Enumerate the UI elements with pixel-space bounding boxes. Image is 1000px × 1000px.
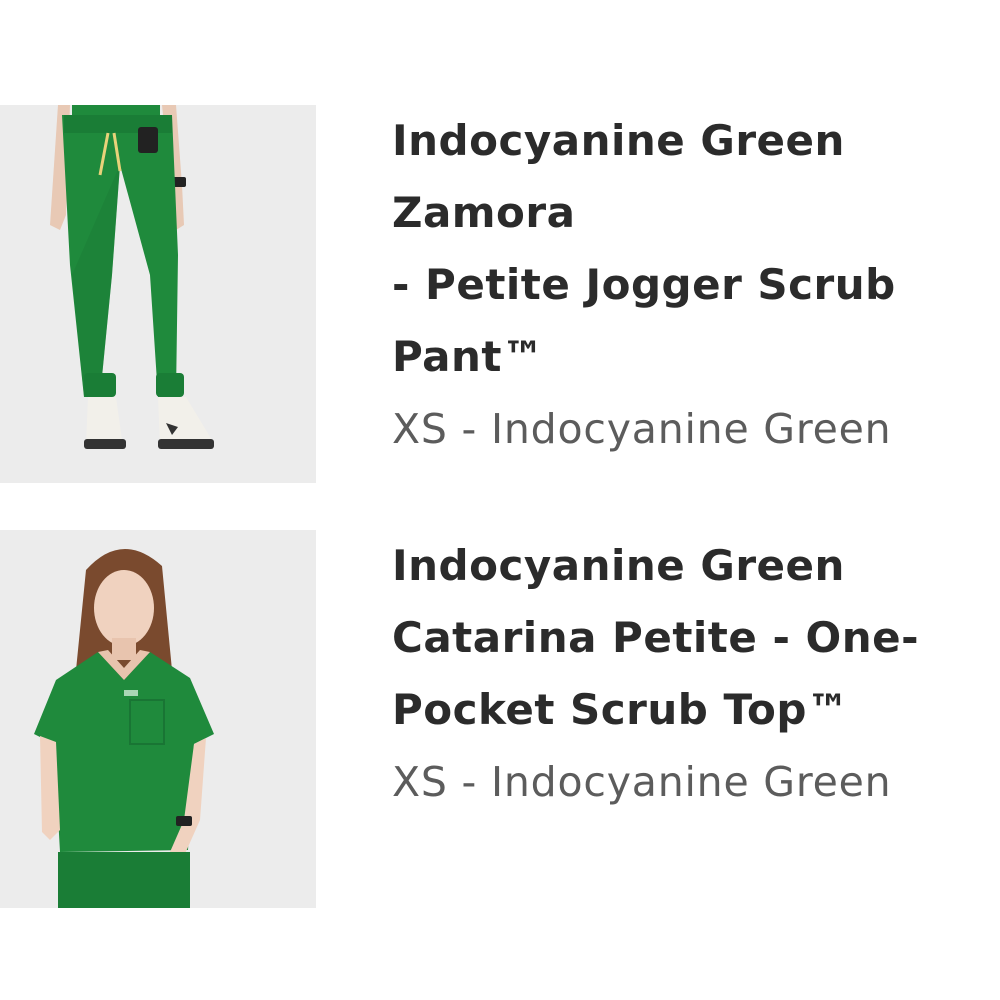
scrub-top-illustration bbox=[0, 530, 316, 908]
cart-item-list: Indocyanine Green Zamora - Petite Jogger… bbox=[0, 0, 1000, 1000]
cart-item[interactable]: Indocyanine Green Zamora - Petite Jogger… bbox=[0, 105, 1000, 485]
cart-item-details: Indocyanine Green Zamora - Petite Jogger… bbox=[392, 105, 1000, 465]
product-image-scrub-top[interactable] bbox=[0, 530, 316, 908]
pants-illustration bbox=[0, 105, 316, 483]
product-title[interactable]: Indocyanine Green Catarina Petite - One-… bbox=[392, 530, 1000, 746]
product-title[interactable]: Indocyanine Green Zamora - Petite Jogger… bbox=[392, 105, 1000, 393]
cart-item-details: Indocyanine Green Catarina Petite - One-… bbox=[392, 530, 1000, 818]
product-image-jogger-pants[interactable] bbox=[0, 105, 316, 483]
product-variant: XS - Indocyanine Green bbox=[392, 405, 892, 453]
product-variant: XS - Indocyanine Green bbox=[392, 758, 892, 806]
cart-item[interactable]: Indocyanine Green Catarina Petite - One-… bbox=[0, 530, 1000, 910]
